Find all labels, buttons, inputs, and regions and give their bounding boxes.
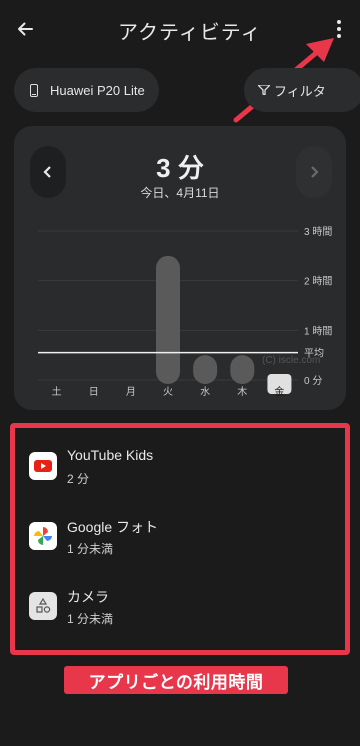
chart-bar — [156, 255, 180, 384]
x-tick-label: 火 — [163, 386, 173, 398]
device-selector-button[interactable]: Huawei P20 Lite — [14, 68, 159, 112]
google-photos-icon — [29, 522, 57, 550]
x-tick-label: 日 — [89, 387, 99, 398]
chart-bar — [230, 355, 255, 384]
app-usage-list: YouTube Kids 2 分 Google フォト 1 分未満 カメラ 1 … — [10, 423, 350, 655]
filter-button[interactable]: フィルタ — [244, 68, 360, 112]
youtube-kids-icon — [29, 452, 57, 480]
y-tick-label: 0 分 — [304, 375, 322, 387]
app-name: カメラ — [67, 589, 109, 605]
y-tick-label: 3 時間 — [304, 226, 332, 238]
watermark: (C) iscle.com — [262, 355, 321, 366]
filter-icon — [258, 85, 270, 95]
usage-bar-chart: 3 時間2 時間1 時間0 分土日月火水木金平均 — [38, 226, 332, 398]
list-item[interactable]: Google フォト 1 分未満 — [15, 508, 345, 568]
list-item[interactable]: YouTube Kids 2 分 — [15, 438, 345, 498]
app-name: YouTube Kids — [67, 447, 154, 463]
x-tick-label: 土 — [52, 385, 62, 398]
device-name: Huawei P20 Lite — [50, 82, 145, 98]
camera-icon — [29, 592, 57, 620]
x-tick-label: 木 — [237, 386, 247, 398]
filter-label: フィルタ — [274, 83, 326, 99]
chart-bar — [193, 355, 218, 384]
app-time: 1 分未満 — [67, 542, 114, 556]
activity-card: 3 分 今日、4月11日 3 時間 2 時間 1 時間 0 分土日月火水木金平均 — [14, 126, 346, 410]
caption-label: アプリごとの利用時間 — [64, 666, 288, 694]
phone-icon — [30, 83, 38, 97]
list-item[interactable]: カメラ 1 分未満 — [15, 578, 345, 638]
x-tick-label: 水 — [200, 386, 210, 398]
app-name: Google フォト — [67, 519, 159, 535]
x-tick-label: 金 — [274, 385, 284, 398]
y-tick-label: 1 時間 — [304, 325, 332, 337]
app-time: 2 分 — [67, 472, 90, 486]
x-tick-label: 月 — [126, 386, 136, 398]
y-tick-label: 2 時間 — [304, 276, 332, 288]
app-time: 1 分未満 — [67, 612, 114, 626]
